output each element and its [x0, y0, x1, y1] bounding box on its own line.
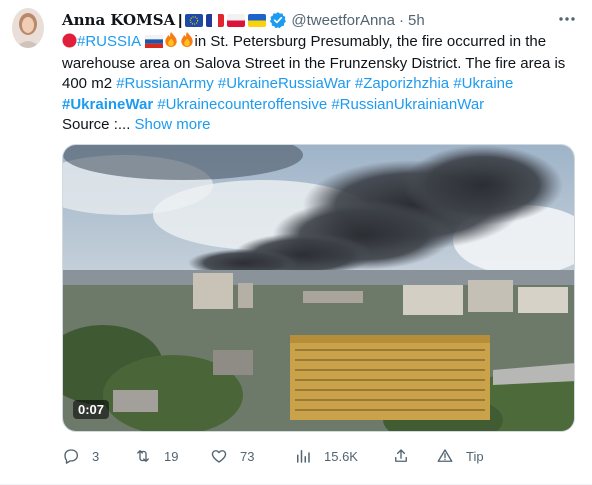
eu-flag-icon — [185, 13, 204, 27]
france-flag-icon — [206, 13, 225, 27]
hashtag-link[interactable]: #Zaporizhzhia — [355, 75, 449, 92]
hashtag-link[interactable]: #RussianUkrainianWar — [331, 96, 484, 113]
share-icon — [395, 449, 407, 462]
time-separator: · — [399, 11, 404, 29]
avatar[interactable] — [12, 8, 44, 48]
tweet-actions: 3 19 73 15.6K Tip — [62, 444, 578, 468]
tip-icon — [437, 449, 453, 462]
poland-flag-icon — [227, 13, 246, 27]
hashtag-link[interactable]: #Ukrainecounteroffensive — [157, 96, 327, 113]
tweet-timestamp[interactable]: 5h — [408, 12, 425, 29]
tweet[interactable]: Anna KOMSA | @tweetforAnna · 5h #RUSSIA … — [0, 0, 592, 485]
video-player[interactable]: 0:07 — [62, 144, 575, 432]
like-count: 73 — [240, 448, 255, 464]
hashtag-link[interactable]: #Ukraine — [453, 75, 513, 92]
retweet-icon — [137, 450, 149, 462]
retweet-button[interactable]: 19 — [134, 444, 178, 468]
author-name[interactable]: Anna KOMSA — [62, 11, 175, 29]
russia-flag-icon — [144, 34, 163, 54]
share-button[interactable] — [392, 444, 410, 468]
source-text: Source :... — [62, 115, 131, 133]
verified-badge-icon[interactable] — [269, 11, 287, 29]
show-more-link[interactable]: Show more — [135, 116, 211, 133]
views-icon — [297, 450, 310, 463]
like-button[interactable]: 73 — [210, 444, 254, 468]
tweet-text: #RUSSIA in St. Petersburg Presumably, th… — [62, 31, 578, 135]
hashtag-link-highlighted[interactable]: #UkraineWar — [62, 96, 153, 113]
reply-count: 3 — [92, 448, 100, 464]
more-options-icon[interactable] — [556, 8, 578, 30]
views-button[interactable]: 15.6K — [294, 444, 358, 468]
video-duration: 0:07 — [73, 400, 110, 419]
tweet-header: Anna KOMSA | @tweetforAnna · 5h — [62, 10, 425, 30]
fire-icon — [163, 31, 179, 54]
tip-button[interactable]: Tip — [436, 444, 484, 468]
reply-icon — [64, 449, 79, 464]
reply-button[interactable]: 3 — [62, 444, 99, 468]
hashtag-link[interactable]: #RussianArmy — [116, 75, 214, 92]
hashtag-link[interactable]: #RUSSIA — [77, 33, 140, 50]
retweet-count: 19 — [164, 448, 179, 464]
views-count: 15.6K — [324, 448, 358, 464]
video-thumbnail — [63, 145, 574, 431]
name-separator: | — [178, 11, 183, 29]
fire-icon — [179, 31, 195, 54]
heart-icon — [211, 450, 227, 463]
hashtag-link[interactable]: #UkraineRussiaWar — [218, 75, 351, 92]
red-circle-icon — [62, 33, 77, 54]
author-handle[interactable]: @tweetforAnna — [291, 12, 395, 29]
tip-label: Tip — [466, 448, 484, 464]
ukraine-flag-icon — [248, 13, 267, 27]
